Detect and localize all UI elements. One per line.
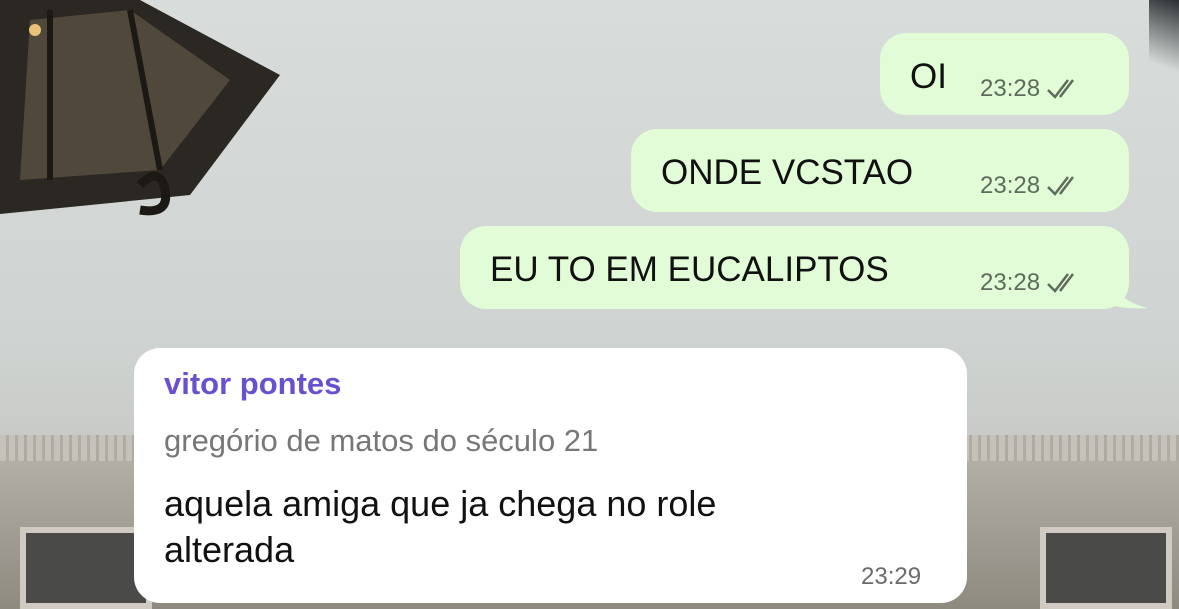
message-text-line: alterada (164, 529, 295, 570)
bubble-tail (1108, 278, 1148, 309)
message-text: aquela amiga que ja chega no role altera… (164, 481, 864, 573)
outgoing-message-bubble[interactable]: ONDE VCSTAO 23:28 (631, 129, 1129, 212)
message-text: EU TO EM EUCALIPTOS (490, 250, 889, 289)
incoming-message-bubble[interactable]: vitor pontes gregório de matos do século… (134, 348, 967, 603)
read-double-check-icon (1046, 78, 1080, 100)
message-meta: 23:28 (980, 269, 1080, 297)
dark-corner (1149, 0, 1179, 80)
message-text: OI (910, 57, 947, 96)
message-time: 23:28 (980, 75, 1041, 102)
message-text-line: aquela amiga que ja chega no role (164, 483, 717, 524)
sender-name[interactable]: vitor pontes (164, 366, 341, 402)
outgoing-message-bubble[interactable]: OI 23:28 (880, 33, 1129, 115)
outgoing-message-bubble[interactable]: EU TO EM EUCALIPTOS 23:28 (460, 226, 1129, 309)
message-meta: 23:28 (980, 75, 1080, 103)
sender-subtitle: gregório de matos do século 21 (164, 423, 599, 458)
street-lamp-photo (0, 0, 280, 216)
message-time: 23:29 (861, 563, 922, 590)
message-time: 23:28 (980, 269, 1041, 296)
read-double-check-icon (1046, 175, 1080, 197)
read-double-check-icon (1046, 272, 1080, 294)
message-text: ONDE VCSTAO (661, 153, 914, 192)
message-time: 23:28 (980, 172, 1041, 199)
message-meta: 23:28 (980, 172, 1080, 200)
